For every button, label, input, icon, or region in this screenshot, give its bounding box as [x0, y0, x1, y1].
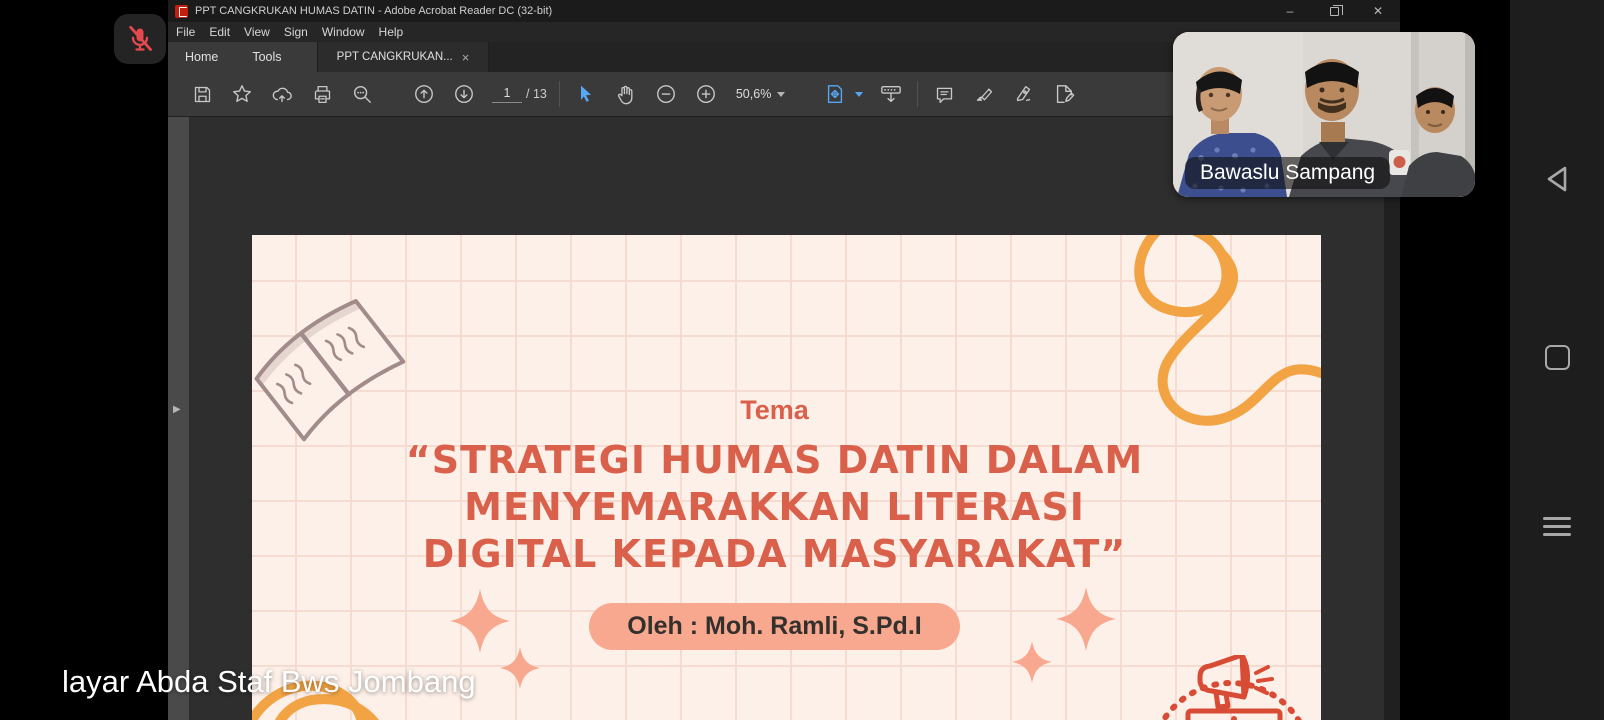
fit-page-button[interactable]: [815, 77, 855, 111]
slide-tema-label: Tema: [740, 395, 809, 425]
fountain-pen-icon: [1017, 85, 1031, 102]
previous-page-button[interactable]: [404, 77, 444, 111]
menu-window[interactable]: Window: [322, 25, 365, 39]
comment-bubble-icon: [936, 87, 952, 103]
screen-share-label: layar Abda Staf Bws Jombang: [62, 664, 476, 699]
menu-file[interactable]: File: [176, 25, 195, 39]
sign-button[interactable]: [1004, 77, 1044, 111]
close-button[interactable]: ✕: [1356, 0, 1400, 22]
participant-video-thumbnail[interactable]: Bawaslu Sampang: [1173, 32, 1475, 197]
page-count: / 13: [526, 87, 547, 101]
megaphone-icon: [1197, 655, 1274, 710]
select-tool-button[interactable]: [566, 77, 606, 111]
menu-view[interactable]: View: [244, 25, 270, 39]
monitor-gear-icon: [1185, 708, 1283, 720]
zoom-level-value[interactable]: 50,6%: [736, 87, 771, 102]
page-display-button[interactable]: [871, 77, 911, 111]
vertical-scrollbar[interactable]: [1384, 117, 1400, 720]
comment-button[interactable]: [924, 77, 964, 111]
tab-document[interactable]: PPT CANGKRUKAN... ×: [317, 42, 489, 72]
slide-title: “STRATEGI HUMAS DATIN DALAM MENYEMARAKKA…: [252, 437, 1297, 578]
document-area: ▶ Tema “STRATEGI HUMAS DATIN DALAM MENYE…: [168, 117, 1400, 720]
document-pencil-icon: [1057, 85, 1075, 103]
next-page-button[interactable]: [444, 77, 484, 111]
plus-circle-icon: [696, 85, 715, 103]
fit-page-icon: [828, 85, 843, 103]
recents-square-icon: [1544, 345, 1570, 370]
tab-home[interactable]: Home: [168, 50, 235, 64]
fill-sign-button[interactable]: [1044, 77, 1084, 111]
minus-circle-icon: [656, 85, 675, 103]
navigation-pane-strip: ▶: [168, 117, 189, 720]
search-button[interactable]: [342, 77, 382, 111]
slide-title-line-1: “STRATEGI HUMAS DATIN DALAM: [405, 438, 1144, 482]
save-button[interactable]: [182, 77, 222, 111]
digital-marketing-icons: Ad: [1160, 655, 1302, 720]
highlighter-icon: [976, 88, 992, 101]
restore-button[interactable]: [1312, 0, 1356, 22]
slide-title-line-3: DIGITAL KEPADA MASYARAKAT”: [422, 532, 1127, 576]
book-doodle-icon: [254, 299, 406, 442]
hamburger-icon: [1543, 512, 1571, 541]
zoom-dropdown-caret-icon[interactable]: [777, 91, 786, 97]
pdf-page: Tema “STRATEGI HUMAS DATIN DALAM MENYEMA…: [252, 235, 1321, 720]
slide-title-line-2: MENYEMARAKKAN LITERASI: [464, 485, 1085, 529]
phone-screen: PPT CANGKRUKAN HUMAS DATIN - Adobe Acrob…: [0, 0, 1604, 720]
hand-tool-button[interactable]: [606, 77, 646, 111]
zoom-out-button[interactable]: [646, 77, 686, 111]
menu-help[interactable]: Help: [379, 25, 404, 39]
menu-sign[interactable]: Sign: [284, 25, 308, 39]
tab-tools[interactable]: Tools: [235, 50, 298, 64]
android-nav-bar: [1510, 0, 1604, 720]
nav-back-button[interactable]: [1510, 162, 1604, 196]
window-title: PPT CANGKRUKAN HUMAS DATIN - Adobe Acrob…: [195, 5, 553, 17]
minimize-button[interactable]: –: [1268, 0, 1312, 22]
cursor-icon: [580, 85, 591, 102]
zoom-in-button[interactable]: [686, 77, 726, 111]
sparkle-right-icon: [1012, 587, 1116, 683]
arrow-up-circle-icon: [415, 85, 433, 103]
print-button[interactable]: [302, 77, 342, 111]
restore-icon: [1329, 4, 1343, 16]
back-triangle-icon: [1547, 166, 1567, 192]
highlight-button[interactable]: [964, 77, 1004, 111]
star-button[interactable]: [222, 77, 262, 111]
save-icon: [194, 86, 210, 102]
slide-author-pill: Oleh : Moh. Ramli, S.Pd.I: [589, 603, 960, 650]
acrobat-pdf-icon: [175, 4, 188, 18]
cloud-upload-icon: [272, 87, 292, 103]
tab-close-icon[interactable]: ×: [462, 50, 470, 65]
title-bar: PPT CANGKRUKAN HUMAS DATIN - Adobe Acrob…: [168, 0, 1400, 22]
mic-muted-button[interactable]: [114, 14, 166, 64]
star-icon: [233, 85, 251, 103]
nav-recents-button[interactable]: [1510, 345, 1604, 370]
hand-icon: [618, 85, 633, 104]
fit-page-caret-icon[interactable]: [855, 91, 864, 97]
share-file-button[interactable]: [262, 77, 302, 111]
mic-muted-icon: [129, 25, 152, 51]
arrow-down-circle-icon: [455, 85, 473, 103]
menu-edit[interactable]: Edit: [209, 25, 230, 39]
participant-name-badge: Bawaslu Sampang: [1185, 157, 1391, 189]
nav-menu-button[interactable]: [1510, 512, 1604, 541]
search-icon: [353, 85, 371, 103]
expand-pane-arrow-icon[interactable]: ▶: [173, 404, 181, 415]
scrolling-pages-icon: [881, 85, 902, 103]
printer-icon: [314, 85, 330, 103]
page-number-input[interactable]: 1: [492, 86, 522, 103]
